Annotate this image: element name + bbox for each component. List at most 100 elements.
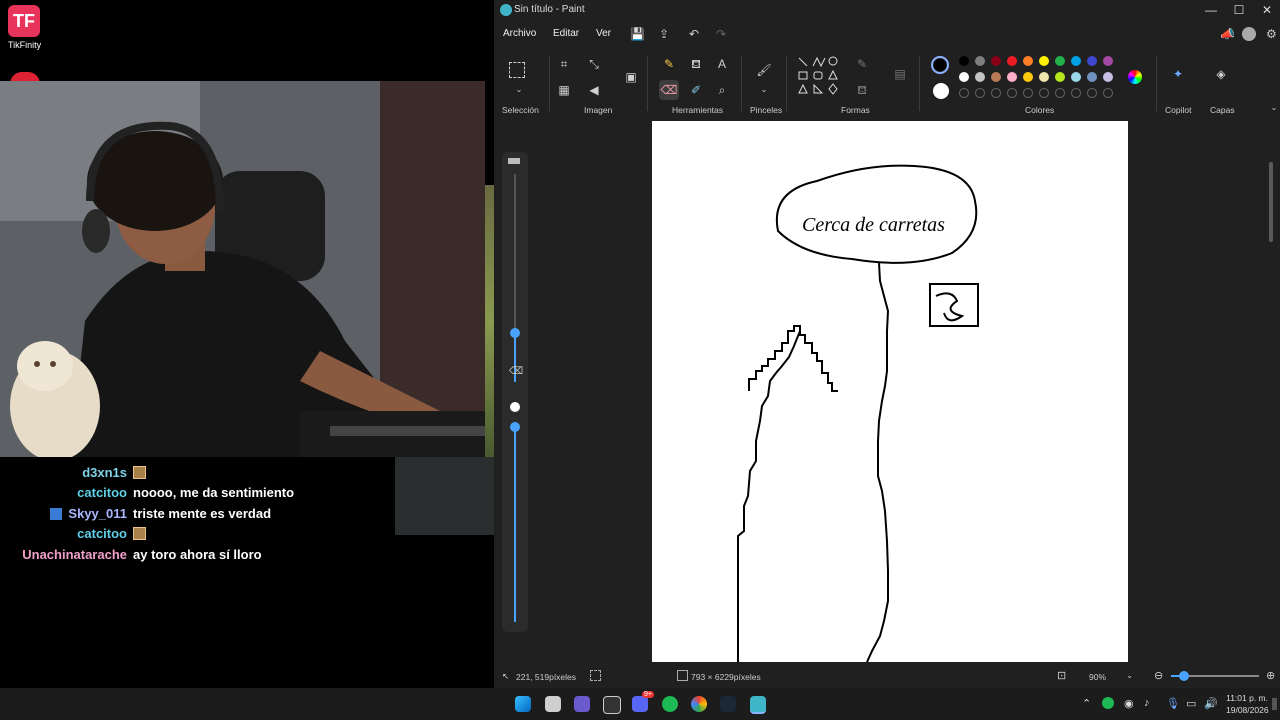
volume-icon[interactable]: 🔊 xyxy=(1204,697,1218,710)
outline-icon[interactable]: ✎ xyxy=(852,54,872,74)
fit-to-window-icon[interactable]: ⊡ xyxy=(1057,669,1066,682)
eraser-icon[interactable]: ⌫ xyxy=(659,80,679,100)
custom-color-slot[interactable] xyxy=(991,88,1001,98)
settings-gear-icon[interactable]: ⚙ xyxy=(1266,27,1277,41)
clock-time[interactable]: 11:01 p. m. xyxy=(1226,693,1268,703)
crop-icon[interactable]: ⌗ xyxy=(554,54,574,74)
network-icon[interactable]: ▭ xyxy=(1186,697,1196,710)
color-swatch[interactable] xyxy=(1071,56,1081,66)
announcement-icon[interactable]: 📣 xyxy=(1220,27,1235,41)
discord-icon[interactable] xyxy=(632,696,648,712)
brush-icon[interactable]: 🖌 xyxy=(754,60,774,80)
custom-color-slot[interactable] xyxy=(1103,88,1113,98)
pencil-icon[interactable]: ✎ xyxy=(659,54,679,74)
redo-icon[interactable]: ↷ xyxy=(716,27,726,41)
color-picker-icon[interactable]: ✐ xyxy=(686,80,706,100)
copilot-icon[interactable]: ✦ xyxy=(1168,64,1188,84)
color-swatch[interactable] xyxy=(1007,56,1017,66)
task-view-icon[interactable] xyxy=(545,696,561,712)
color-swatch[interactable] xyxy=(1087,72,1097,82)
select-rectangle-icon[interactable] xyxy=(509,62,525,78)
chrome-icon[interactable] xyxy=(691,696,707,712)
edit-colors-icon[interactable] xyxy=(1128,70,1142,84)
share-icon[interactable]: ⇪ xyxy=(659,27,669,41)
windows-start-icon[interactable] xyxy=(515,696,531,712)
color-swatch[interactable] xyxy=(1071,72,1081,82)
discord-tray-icon[interactable]: ◉ xyxy=(1124,697,1134,710)
shape-style-icon[interactable]: ▤ xyxy=(890,64,910,84)
color-swatch[interactable] xyxy=(975,72,985,82)
zoom-slider-thumb[interactable] xyxy=(1179,671,1189,681)
color-swatch[interactable] xyxy=(1087,56,1097,66)
obs-icon[interactable] xyxy=(603,696,621,714)
chevron-down-icon[interactable]: ⌄ xyxy=(754,80,774,100)
show-desktop-button[interactable] xyxy=(1272,698,1277,710)
resize-icon[interactable]: ⤡ xyxy=(584,54,604,74)
custom-color-slot[interactable] xyxy=(1039,88,1049,98)
custom-color-slot[interactable] xyxy=(1007,88,1017,98)
color-swatch[interactable] xyxy=(1007,72,1017,82)
spotify-icon[interactable] xyxy=(662,696,678,712)
audio-icon[interactable]: ♪ xyxy=(1144,697,1150,709)
custom-color-slot[interactable] xyxy=(959,88,969,98)
text-tool-icon[interactable]: A xyxy=(712,54,732,74)
color-swatch[interactable] xyxy=(1023,56,1033,66)
app-icon[interactable] xyxy=(574,696,590,712)
account-avatar[interactable] xyxy=(1242,27,1256,41)
magnifier-icon[interactable]: ⌕ xyxy=(712,80,732,100)
chevron-down-icon[interactable]: ⌄ xyxy=(1126,670,1133,681)
close-button[interactable]: ✕ xyxy=(1244,0,1280,20)
custom-color-slot[interactable] xyxy=(975,88,985,98)
vertical-scrollbar[interactable] xyxy=(1269,162,1273,242)
color-swatch[interactable] xyxy=(975,56,985,66)
image-select-icon[interactable]: ▦ xyxy=(554,80,574,100)
fill-icon[interactable]: ⛾ xyxy=(852,80,872,100)
size-slider-thumb[interactable] xyxy=(510,328,520,338)
chat-username: Unachinatarache xyxy=(22,546,127,562)
color-swatch[interactable] xyxy=(1039,72,1049,82)
microphone-icon[interactable]: 🎙 xyxy=(1166,697,1180,710)
menu-editar[interactable]: Editar xyxy=(553,28,579,39)
layers-icon[interactable]: ◈ xyxy=(1211,64,1231,84)
clock-date[interactable]: 19/08/2026 xyxy=(1226,705,1269,715)
color-swatch[interactable] xyxy=(1055,56,1065,66)
opacity-slider-track[interactable] xyxy=(514,422,516,622)
color-swatch[interactable] xyxy=(959,56,969,66)
custom-color-slot[interactable] xyxy=(1023,88,1033,98)
spotify-tray-icon[interactable] xyxy=(1102,697,1114,709)
shapes-gallery[interactable] xyxy=(794,54,844,104)
tikfinity-shortcut[interactable]: TF TikFinity xyxy=(8,5,42,53)
size-slider-track[interactable] xyxy=(514,174,516,344)
color-swatch[interactable] xyxy=(959,72,969,82)
rotate-icon[interactable]: ◀ xyxy=(584,80,604,100)
color-swatch[interactable] xyxy=(1055,72,1065,82)
color-swatch[interactable] xyxy=(1039,56,1049,66)
paint-taskbar-icon[interactable] xyxy=(750,696,766,714)
opacity-slider-thumb[interactable] xyxy=(510,422,520,432)
steam-icon[interactable] xyxy=(720,696,736,712)
color-swatch[interactable] xyxy=(991,56,1001,66)
custom-color-slot[interactable] xyxy=(1055,88,1065,98)
color-swatch[interactable] xyxy=(1023,72,1033,82)
title-bar[interactable]: Sin título - Paint — ☐ ✕ xyxy=(494,0,1280,20)
chevron-down-icon[interactable]: ⌄ xyxy=(1264,98,1280,118)
fill-bucket-icon[interactable]: ⛾ xyxy=(686,54,706,74)
color-swatch[interactable] xyxy=(1103,56,1113,66)
zoom-level[interactable]: 90% xyxy=(1089,672,1106,682)
color-swatch[interactable] xyxy=(1103,72,1113,82)
save-icon[interactable]: 💾 xyxy=(630,27,645,41)
secondary-color-swatch[interactable] xyxy=(933,83,949,99)
custom-color-slot[interactable] xyxy=(1087,88,1097,98)
chevron-down-icon[interactable]: ⌄ xyxy=(509,80,529,100)
undo-icon[interactable]: ↶ xyxy=(689,27,699,41)
zoom-out-icon[interactable]: ⊖ xyxy=(1154,669,1163,682)
drawing-canvas[interactable]: Cerca de carretas xyxy=(652,121,1128,662)
color-swatch[interactable] xyxy=(991,72,1001,82)
zoom-in-icon[interactable]: ⊕ xyxy=(1266,669,1275,682)
primary-color-ring[interactable] xyxy=(931,56,949,74)
chevron-up-icon[interactable]: ⌃ xyxy=(1082,697,1091,710)
custom-color-slot[interactable] xyxy=(1071,88,1081,98)
menu-archivo[interactable]: Archivo xyxy=(503,28,536,39)
image-generator-icon[interactable]: ▣ xyxy=(621,67,641,87)
menu-ver[interactable]: Ver xyxy=(596,28,611,39)
